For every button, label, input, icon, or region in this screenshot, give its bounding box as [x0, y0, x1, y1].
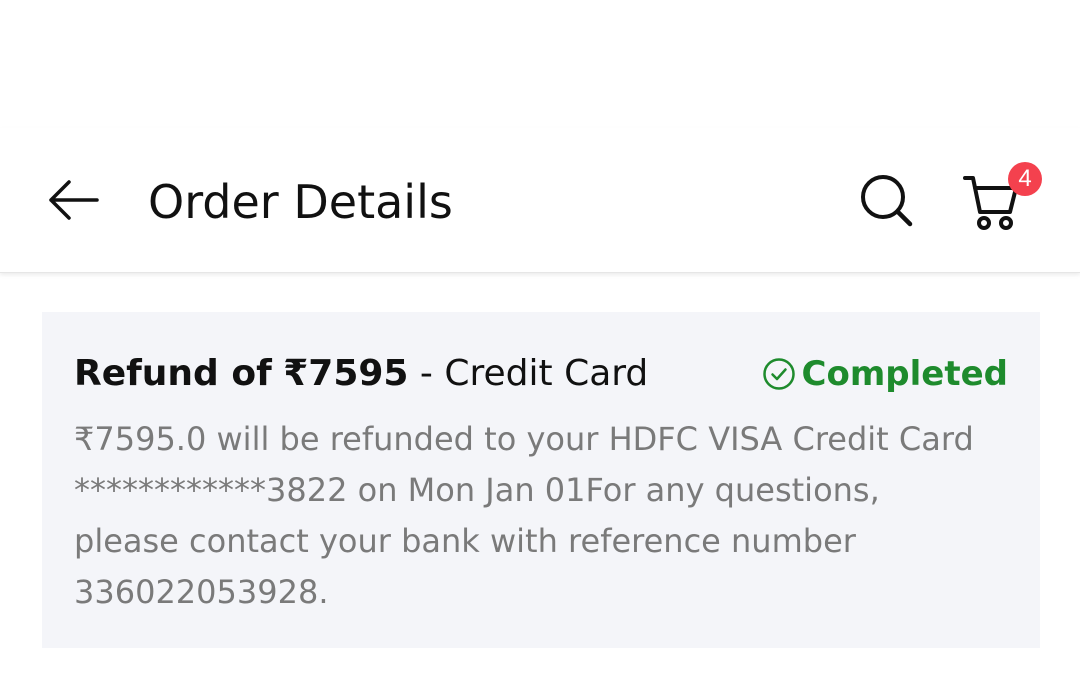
check-circle-icon — [762, 357, 796, 391]
refund-card: Refund of ₹7595 - Credit Card Completed … — [42, 312, 1040, 648]
app-bar: Order Details 4 — [0, 128, 1080, 273]
search-icon — [861, 175, 913, 227]
cart-count-badge: 4 — [1008, 162, 1042, 196]
status-label: Completed — [801, 354, 1008, 394]
page-title: Order Details — [148, 175, 453, 229]
refund-method: Credit Card — [444, 353, 649, 394]
refund-header: Refund of ₹7595 - Credit Card — [74, 350, 648, 398]
refund-prefix: Refund of — [74, 353, 272, 394]
search-button[interactable] — [852, 166, 922, 236]
arrow-left-icon — [49, 180, 99, 220]
back-button[interactable] — [38, 170, 108, 230]
status-badge: Completed — [762, 350, 1008, 398]
cart-button[interactable]: 4 — [958, 162, 1042, 236]
refund-message: ₹7595.0 will be refunded to your HDFC VI… — [74, 420, 974, 611]
refund-separator: - — [408, 353, 445, 394]
refund-amount: ₹7595 — [283, 353, 409, 394]
